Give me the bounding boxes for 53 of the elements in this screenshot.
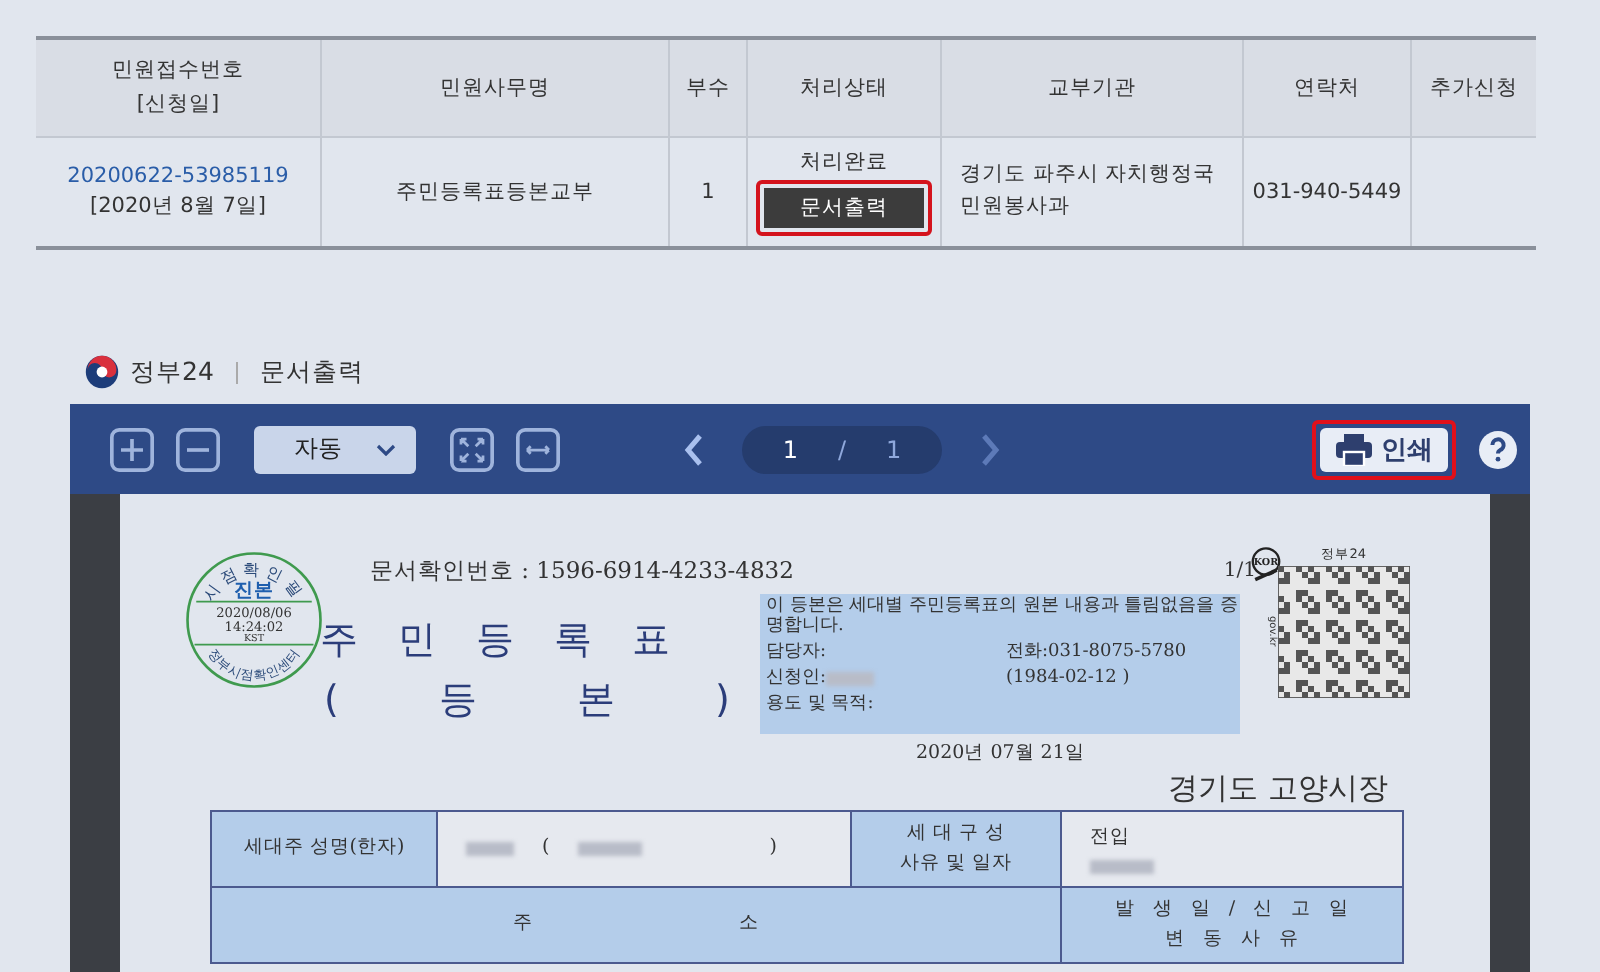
- chevron-down-icon: [376, 443, 396, 455]
- table-cell: 주 소: [212, 888, 1062, 964]
- blurred-text: [577, 842, 642, 856]
- table-cell: 발 생 일 / 신 고 일 변 동 사 유: [1062, 888, 1402, 964]
- parenthesis-mark: (: [542, 834, 550, 863]
- birth-date: (1984-02-12 ): [1006, 669, 1130, 690]
- parenthesis-mark: ): [769, 834, 777, 863]
- column-header: 부수: [669, 38, 747, 137]
- help-icon[interactable]: [1478, 429, 1518, 469]
- column-header: 민원접수번호 [신청일]: [36, 38, 321, 137]
- purpose-label: 용도 및 목적:: [766, 695, 876, 715]
- emblem-icon: [84, 354, 120, 390]
- page-counter: 1 / 1: [742, 425, 942, 473]
- printer-icon: [1335, 433, 1371, 465]
- table-cell: 세대주 성명(한자): [212, 812, 438, 888]
- receipt-link[interactable]: 20200622-53985119: [67, 164, 289, 188]
- blurred-text: [466, 842, 514, 856]
- officer-label: 담당자:: [766, 643, 829, 664]
- table-cell: 1: [701, 180, 715, 204]
- print-document-button[interactable]: 문서출력: [756, 180, 932, 236]
- column-header: 교부기관: [941, 38, 1243, 137]
- print-button[interactable]: 인쇄: [1312, 419, 1456, 479]
- phone-number: 전화:031-8075-5780: [1006, 643, 1187, 664]
- zoom-in-icon[interactable]: [110, 427, 154, 471]
- brand-name: 정부24: [130, 355, 214, 389]
- blurred-text: [1090, 860, 1154, 875]
- table-cell: 031-940-5449: [1252, 180, 1402, 204]
- viewer-title: 문서출력: [259, 355, 364, 389]
- table-cell: 경기도 파주시 자치행정국 민원봉사과: [960, 162, 1216, 218]
- fit-page-icon[interactable]: [450, 427, 494, 471]
- page-indicator: 1/1: [1223, 559, 1256, 581]
- confirmation-number: 문서확인번호 : 1596-6914-4233-4832: [370, 555, 794, 585]
- column-header: 연락처: [1243, 38, 1411, 137]
- applicant-label: 신청인:: [766, 669, 827, 690]
- certificate-statement: 이 등본은 세대별 주민등록표의 원본 내용과 틀림없음을 증명합니다.: [766, 598, 1240, 638]
- status-text: 처리완료: [800, 148, 888, 176]
- fit-width-icon[interactable]: [516, 427, 560, 471]
- column-header: 추가신청: [1411, 38, 1536, 137]
- document-title: 주 민 등 록 표: [320, 616, 673, 666]
- applied-date: [2020년 8월 7일]: [90, 192, 266, 220]
- column-header: 처리상태: [747, 38, 941, 137]
- issuer-name: 경기도 고양시장: [1166, 770, 1388, 808]
- table-cell: 세 대 구 성 사유 및 일자: [852, 812, 1062, 888]
- zoom-select[interactable]: 자동: [254, 425, 416, 473]
- composition-reason: 전입: [1090, 823, 1130, 852]
- blurred-text: [826, 672, 875, 687]
- column-header: 민원사무명: [321, 38, 669, 137]
- document-subtitle: ( 등 본 ): [322, 676, 732, 726]
- zoom-out-icon[interactable]: [176, 427, 220, 471]
- table-cell: 주민등록표등본교부: [396, 180, 594, 204]
- qr-code: [1278, 566, 1410, 698]
- issue-date: 2020년 07월 21일: [914, 740, 1087, 766]
- previous-page-icon[interactable]: [682, 431, 706, 467]
